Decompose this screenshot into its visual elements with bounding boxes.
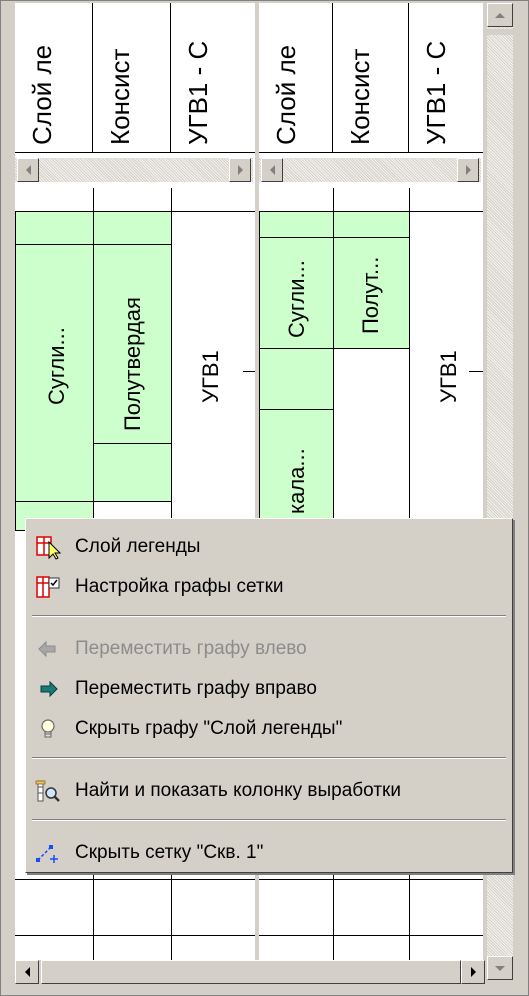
column-header-consistency-label: Консист bbox=[105, 48, 135, 145]
soil-cell-lower-text: кала... bbox=[284, 448, 309, 514]
grid-line bbox=[259, 879, 483, 880]
menu-item-grid-column-settings[interactable]: Настройка графы сетки bbox=[29, 571, 509, 603]
column-header-layer-label: Слой ле bbox=[27, 44, 57, 145]
find-column-icon bbox=[35, 778, 61, 804]
column-header-ugv-label: УГВ1 - С bbox=[183, 40, 213, 145]
soil-cell-top[interactable] bbox=[259, 211, 334, 238]
scroll-up-button[interactable] bbox=[487, 3, 513, 27]
chevron-right-icon bbox=[465, 165, 471, 175]
chevron-left-icon bbox=[269, 165, 275, 175]
soil-cell-middle[interactable] bbox=[259, 348, 334, 410]
ugv-tick bbox=[243, 371, 255, 372]
grid-window: Слой ле Консист УГВ1 - С Сугли... Полутв… bbox=[0, 0, 529, 996]
ugv-tick bbox=[469, 371, 483, 372]
chevron-right-icon bbox=[237, 165, 243, 175]
menu-item-label: Скрыть сетку "Скв. 1" bbox=[75, 842, 264, 863]
consistency-cell-top[interactable] bbox=[93, 211, 172, 245]
column-header-consistency[interactable]: Консист bbox=[333, 3, 409, 153]
left-horizontal-scrollbar[interactable] bbox=[15, 158, 253, 182]
scroll-left-button[interactable] bbox=[17, 158, 39, 182]
column-header-layer[interactable]: Слой ле bbox=[259, 3, 333, 153]
bottom-horizontal-scrollbar[interactable] bbox=[15, 960, 487, 986]
soil-cell-text: Сугли... bbox=[284, 260, 309, 338]
soil-cell[interactable]: Сугли... bbox=[259, 237, 334, 349]
arrow-right-icon bbox=[35, 676, 61, 702]
column-header-ugv-label: УГВ1 - С bbox=[421, 40, 451, 145]
menu-item-move-column-right[interactable]: Переместить графу вправо bbox=[29, 673, 509, 705]
menu-item-label: Найти и показать колонку выработки bbox=[75, 780, 401, 801]
ugv-marker-text: УГВ1 bbox=[436, 350, 461, 403]
hide-grid-icon bbox=[35, 840, 61, 866]
ugv-marker-text: УГВ1 bbox=[198, 350, 223, 403]
menu-item-find-column[interactable]: Найти и показать колонку выработки bbox=[29, 775, 509, 807]
scroll-thumb[interactable] bbox=[41, 960, 461, 984]
column-header-layer[interactable]: Слой ле bbox=[15, 3, 93, 153]
column-header-layer-label: Слой ле bbox=[271, 44, 301, 145]
menu-item-label: Переместить графу влево bbox=[75, 638, 307, 659]
menu-item-move-column-left[interactable]: Переместить графу влево bbox=[29, 633, 509, 665]
menu-item-hide-grid[interactable]: Скрыть сетку "Скв. 1" bbox=[29, 837, 509, 869]
column-header-consistency[interactable]: Консист bbox=[93, 3, 171, 153]
consistency-cell[interactable]: Полутвердая bbox=[93, 244, 172, 444]
soil-cell-top[interactable] bbox=[15, 211, 94, 245]
grid-line bbox=[259, 935, 483, 936]
consistency-cell-top[interactable] bbox=[333, 211, 410, 238]
menu-item-label: Слой легенды bbox=[75, 536, 201, 557]
scroll-right-button[interactable] bbox=[229, 158, 251, 182]
legend-layer-icon bbox=[35, 534, 61, 560]
menu-item-label: Настройка графы сетки bbox=[75, 576, 284, 597]
grid-column-settings-icon bbox=[35, 574, 61, 600]
menu-item-hide-column[interactable]: Скрыть графу "Слой легенды" bbox=[29, 713, 509, 745]
menu-item-legend-layer[interactable]: Слой легенды bbox=[29, 531, 509, 563]
grid-line bbox=[15, 935, 255, 936]
column-header-ugv[interactable]: УГВ1 - С bbox=[409, 3, 483, 153]
consistency-cell[interactable]: Полут... bbox=[333, 237, 410, 349]
scroll-down-button[interactable] bbox=[487, 956, 513, 980]
right-horizontal-scrollbar[interactable] bbox=[259, 158, 481, 182]
menu-separator bbox=[32, 615, 506, 617]
arrow-left-icon bbox=[35, 636, 61, 662]
menu-separator bbox=[32, 819, 506, 821]
consistency-cell-text: Полут... bbox=[358, 256, 383, 334]
grid-line bbox=[15, 879, 255, 880]
scroll-right-button[interactable] bbox=[457, 158, 479, 182]
chevron-down-icon bbox=[495, 965, 505, 971]
soil-cell-text: Сугли... bbox=[44, 327, 69, 405]
column-header-consistency-label: Консист bbox=[345, 48, 375, 145]
soil-cell[interactable]: Сугли... bbox=[15, 244, 94, 502]
scroll-left-button[interactable] bbox=[261, 158, 283, 182]
column-header-ugv[interactable]: УГВ1 - С bbox=[171, 3, 255, 153]
menu-separator bbox=[32, 757, 506, 759]
menu-item-label: Скрыть графу "Слой легенды" bbox=[75, 718, 343, 739]
consistency-cell-lower[interactable] bbox=[93, 443, 172, 502]
chevron-left-icon bbox=[25, 165, 31, 175]
scroll-left-button[interactable] bbox=[15, 960, 39, 984]
chevron-right-icon bbox=[470, 967, 476, 977]
lightbulb-icon bbox=[35, 716, 61, 742]
chevron-left-icon bbox=[24, 967, 30, 977]
chevron-up-icon bbox=[495, 12, 505, 18]
consistency-cell-text: Полутвердая bbox=[120, 297, 145, 431]
context-menu: Слой легенды Настройка графы сетки Перем… bbox=[25, 518, 513, 873]
scroll-right-button[interactable] bbox=[461, 960, 485, 984]
menu-item-label: Переместить графу вправо bbox=[75, 678, 317, 699]
scroll-thumb[interactable] bbox=[487, 29, 513, 35]
soil-cell-lower[interactable]: кала... bbox=[259, 409, 334, 531]
